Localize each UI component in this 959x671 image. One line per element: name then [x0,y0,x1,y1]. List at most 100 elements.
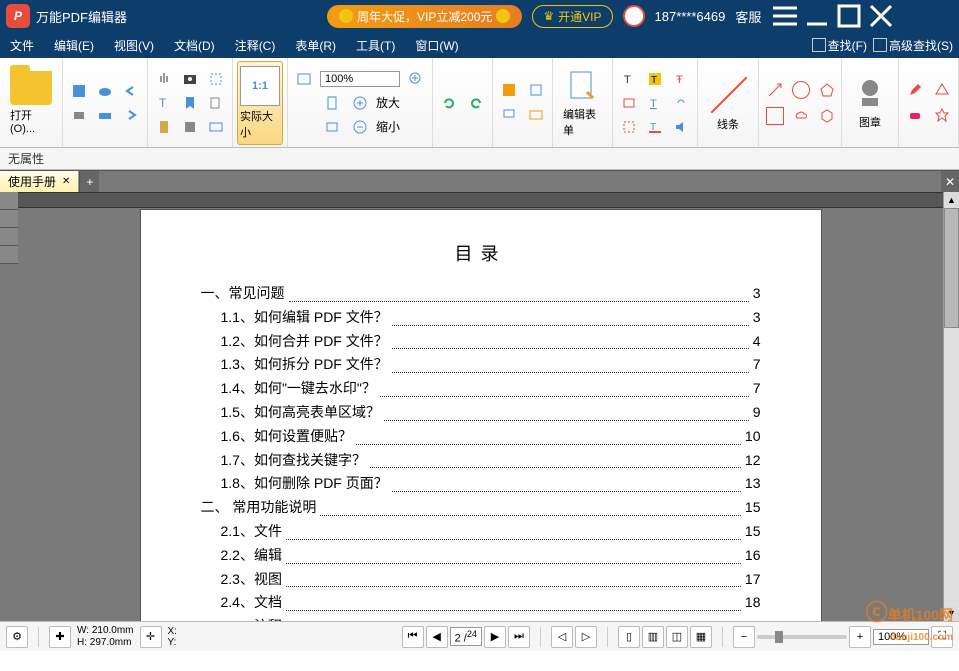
open-button[interactable]: 打开(O)... [4,67,58,139]
nav-fwd-button[interactable]: ▷ [575,626,597,648]
cloud-button[interactable] [93,80,117,102]
scroll-down-button[interactable]: ▼ [944,605,959,621]
menu-form[interactable]: 表单(R) [285,37,346,54]
toc-entry[interactable]: 1.7、如何查找关键字？12 [201,449,761,473]
camera-button[interactable] [178,68,202,90]
square-shape[interactable] [763,105,787,127]
customer-service[interactable]: 客服 [735,7,761,26]
zoom-in-button[interactable] [348,92,372,114]
underline-button[interactable]: T [643,92,667,114]
pencil-button[interactable] [903,79,927,101]
copy-button[interactable] [204,92,228,114]
zoom-in-plus-button[interactable] [404,68,428,90]
text-highlight-button[interactable]: T [643,68,667,90]
scan-button[interactable] [93,104,117,126]
rotate-ccw-button[interactable] [437,92,461,114]
menu-view[interactable]: 视图(V) [104,37,164,54]
select-button[interactable] [204,68,228,90]
adv-find-button[interactable]: 高级查找(S) [873,37,953,54]
rotate-cw-button[interactable] [464,92,488,114]
sound-button[interactable] [669,116,693,138]
vertical-scrollbar[interactable]: ▲ ▼ [943,192,959,621]
toc-entry[interactable]: 1.5、如何高亮表单区域？9 [201,401,761,425]
fit-width-button[interactable] [292,68,316,90]
close-button[interactable] [865,0,897,32]
note-button[interactable] [524,79,548,101]
circle-tool-button[interactable] [617,116,641,138]
lines-button[interactable]: 线条 [702,70,754,136]
sidebar-bookmarks[interactable] [0,210,18,228]
toc-entry[interactable]: 1.4、如何"一键去水印"？7 [201,377,761,401]
toc-entry[interactable]: 1.1、如何编辑 PDF 文件？3 [201,306,761,330]
toc-entry[interactable]: 2.3、视图17 [201,568,761,592]
zoom-value-input[interactable] [873,629,929,645]
sidebar-thumbnails[interactable] [0,192,18,210]
zoom-in-sb-button[interactable]: + [849,626,871,648]
pentagon-shape[interactable] [815,79,839,101]
shapes-button[interactable] [930,79,954,101]
menu-tool[interactable]: 工具(T) [346,37,405,54]
next-page-button[interactable]: ▶ [484,626,506,648]
menu-comment[interactable]: 注释(C) [225,37,286,54]
prev-page-button[interactable]: ◀ [426,626,448,648]
stamp-button[interactable]: 图章 [846,72,894,134]
toc-entry[interactable]: 1.2、如何合并 PDF 文件？4 [201,330,761,354]
close-tab-icon[interactable]: ✕ [62,176,70,187]
actual-size-button[interactable]: 1:1 实际大小 [237,61,283,145]
zoom-input[interactable] [320,71,400,87]
zoom-out-sb-button[interactable]: − [733,626,755,648]
avatar[interactable] [623,5,645,27]
paste-button[interactable] [178,116,202,138]
menu-edit[interactable]: 编辑(E) [44,37,104,54]
maximize-button[interactable] [833,0,865,32]
fit-page-button[interactable] [320,92,344,114]
text-button[interactable]: T [152,92,176,114]
continuous-button[interactable]: ▥ [642,626,664,648]
cloud-shape[interactable] [789,105,813,127]
zoom-slider[interactable] [757,635,847,639]
facing-continuous-button[interactable]: ▦ [690,626,712,648]
settings-button[interactable]: ⚙ [6,626,28,648]
first-page-button[interactable]: ⏮ [402,626,424,648]
measure-button[interactable]: ✚ [49,626,71,648]
toc-entry[interactable]: 二、 常用功能说明15 [201,496,761,520]
crosshair-button[interactable]: ✛ [140,626,162,648]
zoom-out-button[interactable] [348,116,372,138]
find-button[interactable]: 查找(F) [812,37,867,54]
redo-button[interactable] [119,104,143,126]
toc-entry[interactable]: 1.3、如何拆分 PDF 文件？7 [201,353,761,377]
eraser-button[interactable] [903,104,927,126]
link-button[interactable] [669,92,693,114]
scroll-thumb[interactable] [944,208,959,328]
scroll-up-button[interactable]: ▲ [944,192,959,208]
textbox-button[interactable] [524,104,548,126]
toc-entry[interactable]: 2.5、注释19 [201,615,761,621]
toc-entry[interactable]: 2.2、编辑16 [201,544,761,568]
sidebar-attachments[interactable] [0,228,18,246]
undo-button[interactable] [119,80,143,102]
arrow-shape[interactable] [763,79,787,101]
single-page-button[interactable]: ▯ [618,626,640,648]
print-button[interactable] [67,104,91,126]
fit-visible-button[interactable] [320,116,344,138]
circle-shape[interactable] [789,79,813,101]
nav-back-button[interactable]: ◁ [551,626,573,648]
edit-form-button[interactable]: 编辑表单 [557,64,608,142]
promo-banner[interactable]: 周年大促，VIP立减200元 [327,5,522,28]
sidebar-layers[interactable] [0,246,18,264]
facing-button[interactable]: ◫ [666,626,688,648]
menu-button[interactable] [769,0,801,32]
toc-entry[interactable]: 1.8、如何删除 PDF 页面？13 [201,472,761,496]
highlight-button[interactable] [497,79,521,101]
ocr-button[interactable] [204,116,228,138]
callout-button[interactable] [497,104,521,126]
strike-button[interactable]: Ŧ [669,68,693,90]
rect-tool-button[interactable] [617,92,641,114]
save-button[interactable] [67,80,91,102]
hand-button[interactable] [152,68,176,90]
polygon-shape[interactable] [815,105,839,127]
add-tab-button[interactable]: + [79,171,99,192]
text-color-button[interactable]: T [643,116,667,138]
fullscreen-button[interactable]: ⛶ [931,626,953,648]
menu-window[interactable]: 窗口(W) [405,37,468,54]
